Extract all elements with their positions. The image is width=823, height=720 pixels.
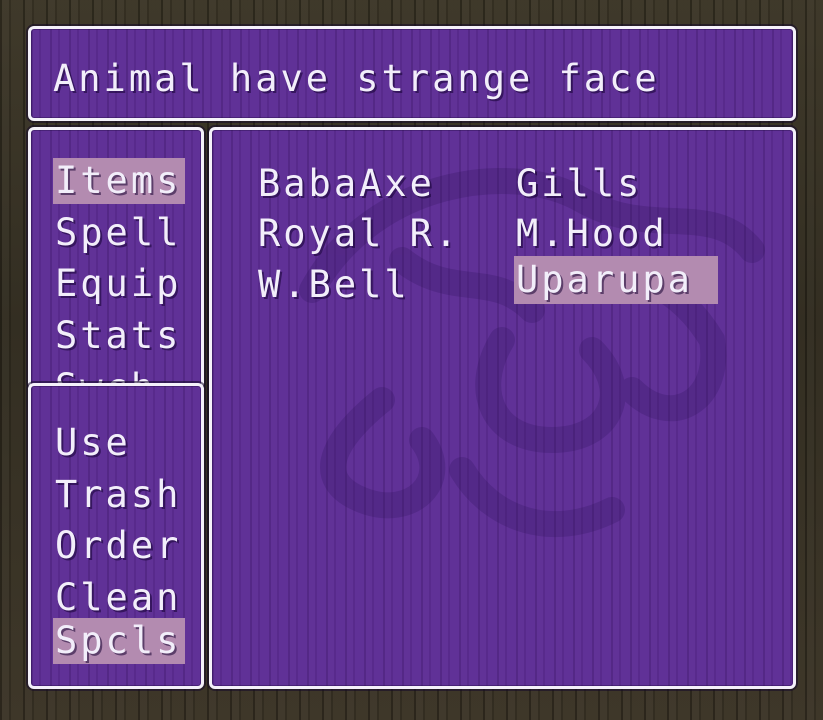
action-trash[interactable]: Trash [53,472,185,518]
inventory-item-babaaxe[interactable]: BabaAxe [256,160,441,208]
action-clean[interactable]: Clean [53,575,185,621]
inventory-item-w-bell[interactable]: W.Bell [256,261,416,309]
message-text: Animal have strange face [53,57,660,100]
command-equip[interactable]: Equip [53,261,185,307]
inventory-item-m-hood[interactable]: M.Hood [514,210,674,258]
action-spcls[interactable]: Spcls [53,618,186,664]
items-window: BabaAxe Gills Royal R. M.Hood W.Bell Upa… [209,127,796,689]
command-spell[interactable]: Spell [53,210,185,256]
action-use[interactable]: Use [53,420,135,466]
inventory-item-royal-r[interactable]: Royal R. [256,210,466,258]
command-menu-window: Items Spell Equip Stats Swch [28,127,204,389]
command-items[interactable]: Items [53,158,186,204]
inventory-item-gills[interactable]: Gills [514,160,648,208]
action-menu-window: Use Trash Order Clean Spcls [28,383,204,689]
inventory-item-uparupa[interactable]: Uparupa [514,256,718,304]
message-window: Animal have strange face [28,26,796,121]
command-stats[interactable]: Stats [53,313,185,359]
action-order[interactable]: Order [53,523,185,569]
